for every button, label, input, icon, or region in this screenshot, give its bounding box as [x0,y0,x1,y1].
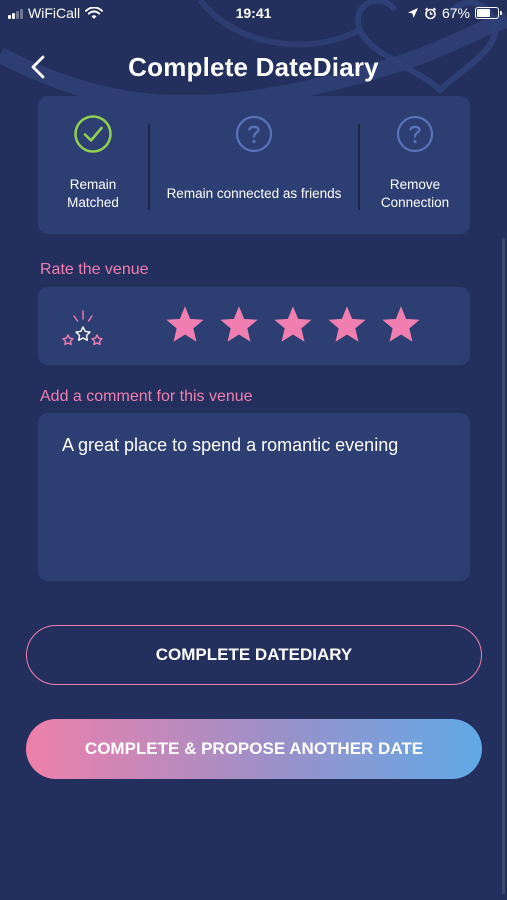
battery-icon [475,7,502,19]
star-rating[interactable] [166,306,420,344]
sparkle-stars-icon [62,310,103,346]
option-remain-friends[interactable]: Remain connected as friends [150,96,358,234]
location-arrow-icon [407,8,418,18]
alarm-icon [424,7,437,19]
rate-venue-label: Rate the venue [40,261,149,278]
status-bar: WiFiCall 19:41 67% [0,0,507,30]
question-circle-icon [235,115,273,153]
star-icon[interactable] [220,306,258,344]
question-circle-icon [396,115,434,153]
option-label: Remove Connection [380,177,450,210]
option-label: Remain connected as friends [166,186,342,201]
star-icon[interactable] [328,306,366,344]
star-icon[interactable] [274,306,312,344]
option-remove-connection[interactable]: Remove Connection [360,96,470,234]
star-icon[interactable] [382,306,420,344]
complete-datediary-button[interactable]: COMPLETE DATEDIARY [26,625,482,685]
complete-propose-button[interactable]: COMPLETE & PROPOSE ANOTHER DATE [26,719,482,779]
option-remain-matched[interactable]: Remain Matched [38,96,148,234]
comment-label: Add a comment for this venue [40,388,253,405]
rating-card [38,287,470,365]
battery-level [477,9,491,17]
scrollbar[interactable] [502,238,505,894]
option-label: Remain Matched [67,177,119,210]
status-right: 67% [407,5,502,21]
connection-options-card: Remain Matched Remain connected as frien… [38,96,470,234]
comment-textarea[interactable]: A great place to spend a romantic evenin… [38,413,470,581]
comment-text: A great place to spend a romantic evenin… [62,435,399,455]
page-title: Complete DateDiary [128,52,379,82]
check-circle-icon [74,115,112,153]
star-icon[interactable] [166,306,204,344]
battery-percent: 67% [441,5,470,21]
